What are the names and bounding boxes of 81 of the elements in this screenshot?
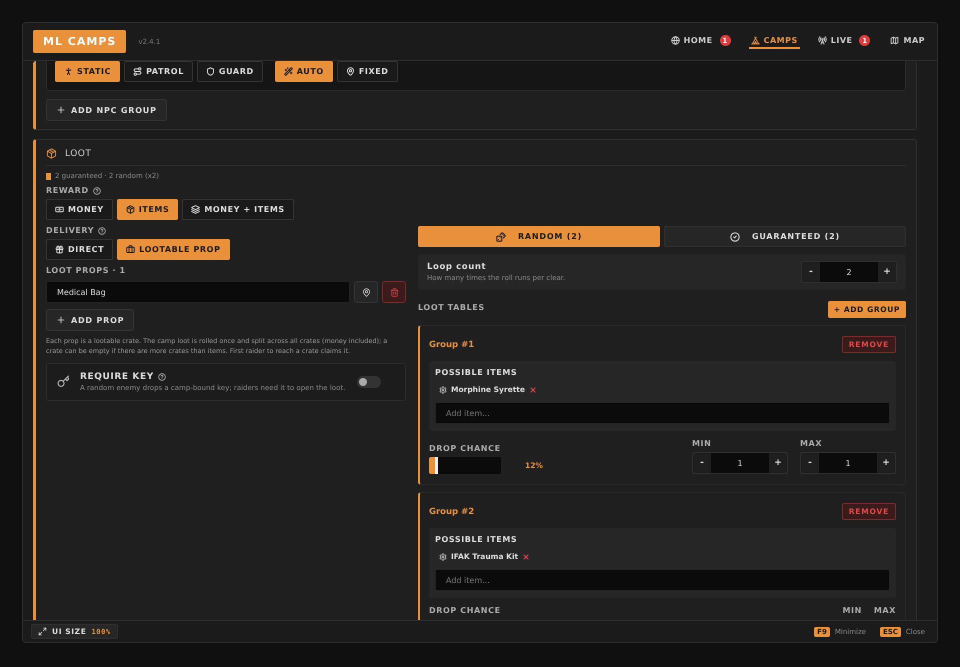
banknote-icon [55, 205, 64, 214]
globe-icon [670, 36, 680, 45]
route-icon [133, 67, 142, 76]
option-button[interactable]: MONEY [46, 199, 113, 220]
increment-button[interactable]: + [878, 262, 896, 282]
field-label: POSSIBLE ITEMS [435, 368, 518, 377]
decrement-button[interactable]: - [801, 453, 819, 473]
section-title: LOOT [65, 148, 92, 158]
option-button[interactable]: MONEY + ITEMS [182, 199, 294, 220]
stepper-value[interactable]: 2 [820, 262, 878, 282]
prop-input[interactable]: Medical Bag [46, 281, 350, 303]
option-button[interactable]: DIRECT [46, 239, 114, 260]
field-label: DROP CHANCE [429, 606, 501, 615]
help-icon[interactable] [158, 372, 166, 380]
plus-icon [56, 105, 66, 115]
box-icon [126, 205, 135, 214]
remove-icon[interactable] [522, 552, 530, 560]
field-label: POSSIBLE ITEMS [435, 535, 518, 544]
app-logo: ML CAMPS [33, 30, 126, 53]
add-prop-button[interactable]: ADD PROP [46, 309, 134, 331]
field-label: MIN [842, 606, 862, 615]
gear-icon [439, 386, 447, 394]
decrement-button[interactable]: - [693, 453, 711, 473]
stepper-value[interactable]: 1 [819, 453, 877, 473]
add-item-field[interactable]: Add item... [435, 569, 890, 591]
field-label: LOOT PROPS · 1 [46, 266, 127, 275]
case-icon [126, 245, 136, 254]
gift-icon [55, 245, 64, 254]
option-button[interactable]: ITEMS [116, 199, 178, 220]
option-button[interactable]: PATROL [124, 61, 193, 82]
nav-link[interactable]: CAMPS [748, 34, 800, 49]
field-label: MAX [874, 606, 896, 615]
decrement-button[interactable]: - [802, 262, 820, 282]
locate-button[interactable] [354, 281, 378, 303]
delete-button[interactable] [382, 281, 406, 303]
option-button[interactable]: GUARD [196, 61, 263, 82]
remove-icon[interactable] [528, 386, 537, 394]
gear-icon [439, 552, 447, 560]
increment-button[interactable]: + [877, 453, 895, 473]
pin-icon [362, 288, 370, 296]
tent-icon [750, 36, 760, 45]
nav-link[interactable]: MAP [888, 34, 927, 49]
plus-icon [56, 315, 66, 325]
check-circle-icon [730, 232, 740, 242]
option-button[interactable]: STATIC [55, 61, 120, 82]
trash-icon [390, 288, 398, 296]
add-item-field[interactable]: Add item... [435, 402, 890, 424]
option-button[interactable]: AUTO [274, 61, 333, 82]
field-label: DELIVERY [46, 226, 94, 235]
option-button[interactable]: LOOTABLE PROP [117, 239, 230, 260]
setting-title: REQUIRE KEY [80, 372, 154, 382]
box-icon [46, 148, 57, 159]
section-label: LOOT TABLES [418, 303, 485, 312]
group-title: Group #2 [429, 506, 474, 516]
tab[interactable]: GUARANTEED (2) [664, 226, 906, 247]
layers-icon [191, 205, 200, 214]
toggle-switch[interactable] [357, 376, 381, 388]
group-title: Group #1 [429, 340, 474, 350]
person-icon [64, 67, 73, 76]
field-label: DROP CHANCE [429, 444, 502, 453]
field-label: MAX [800, 439, 824, 448]
pin-icon [346, 67, 355, 76]
field-label: MIN [692, 439, 712, 448]
summary-icon [46, 172, 51, 180]
stepper-value[interactable]: 1 [711, 453, 769, 473]
resize-icon [38, 627, 47, 636]
increment-button[interactable]: + [769, 453, 787, 473]
drop-chance-slider[interactable] [429, 457, 501, 474]
help-icon[interactable] [92, 186, 101, 194]
add-npc-group-button[interactable]: ADD NPC GROUP [46, 99, 167, 121]
setting-title: Loop count [427, 262, 488, 272]
key-icon [57, 375, 70, 388]
help-icon[interactable] [98, 226, 106, 234]
shield-icon [206, 67, 215, 76]
option-button[interactable]: FIXED [336, 61, 398, 82]
field-label: REWARD [46, 186, 89, 195]
wand-icon [284, 67, 293, 76]
dice-icon [496, 232, 506, 242]
antenna-icon [818, 36, 827, 45]
map-icon [890, 36, 900, 45]
tab[interactable]: RANDOM (2) [418, 226, 660, 247]
